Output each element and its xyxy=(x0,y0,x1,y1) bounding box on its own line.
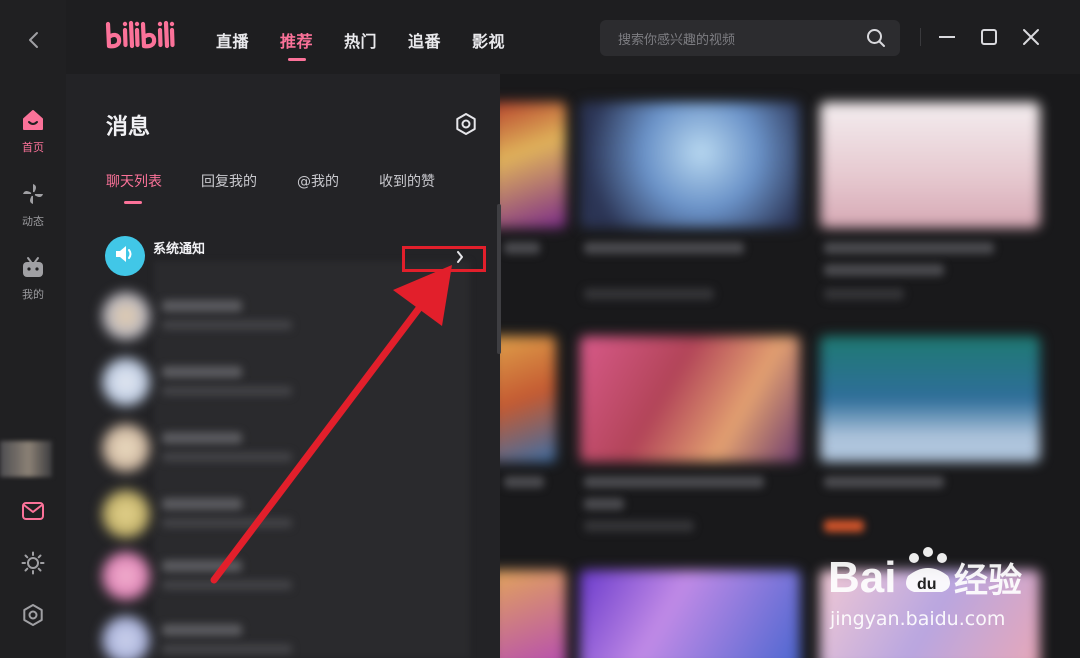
search-placeholder: 搜索你感兴趣的视频 xyxy=(618,32,736,48)
video-thumbnail[interactable] xyxy=(500,102,566,228)
minimize-icon[interactable] xyxy=(936,26,958,48)
svg-text:Bai: Bai xyxy=(828,553,896,602)
video-thumbnail[interactable] xyxy=(500,336,556,462)
video-thumbnail[interactable] xyxy=(820,336,1040,462)
close-icon[interactable] xyxy=(1020,26,1042,48)
list-item[interactable] xyxy=(100,486,480,538)
video-thumbnail[interactable] xyxy=(820,102,1040,228)
header-divider xyxy=(920,28,921,46)
highlight-box xyxy=(402,246,486,272)
svg-text:经验: 经验 xyxy=(954,561,1022,601)
sidebar-item-label: 动态 xyxy=(22,215,44,228)
video-thumbnail[interactable] xyxy=(580,336,800,462)
tab-anime[interactable]: 追番 xyxy=(408,28,441,52)
message-settings-icon[interactable] xyxy=(454,112,478,136)
tab-live[interactable]: 直播 xyxy=(216,28,249,52)
tab-mentions[interactable]: @我的 xyxy=(297,171,339,191)
video-thumbnail[interactable] xyxy=(580,570,800,658)
maximize-icon[interactable] xyxy=(978,26,1000,48)
tab-chat-list[interactable]: 聊天列表 xyxy=(106,171,162,191)
page-title: 消息 xyxy=(106,115,151,140)
sidebar-item-mine[interactable]: 我的 xyxy=(0,255,66,302)
system-notice-name[interactable]: 系统通知 xyxy=(153,238,205,257)
watermark-url: jingyan.baidu.com xyxy=(830,608,1006,630)
sun-icon[interactable] xyxy=(20,550,46,576)
svg-text:du: du xyxy=(917,576,937,593)
list-item[interactable] xyxy=(100,548,480,600)
baidu-jingyan-logo: Bai du 经验 xyxy=(828,547,1022,602)
mail-icon[interactable] xyxy=(20,498,46,524)
sidebar-item-label: 我的 xyxy=(22,288,44,301)
tab-movies[interactable]: 影视 xyxy=(472,28,505,52)
sidebar-item-dynamic[interactable]: 动态 xyxy=(0,182,66,229)
search-input[interactable]: 搜索你感兴趣的视频 xyxy=(600,20,900,56)
bilibili-logo[interactable] xyxy=(104,18,176,56)
home-icon xyxy=(21,108,45,135)
tab-recommend[interactable]: 推荐 xyxy=(280,28,313,52)
tab-underline xyxy=(124,201,142,204)
tab-replies[interactable]: 回复我的 xyxy=(201,171,257,191)
list-item[interactable] xyxy=(100,354,480,406)
list-item[interactable] xyxy=(100,288,480,340)
settings-icon[interactable] xyxy=(20,602,46,628)
avatar[interactable] xyxy=(0,441,52,477)
sidebar-item-label: 首页 xyxy=(22,141,44,154)
video-thumbnail[interactable] xyxy=(500,570,566,658)
bilibili-app-window: 直播 推荐 热门 追番 影视 搜索你感兴趣的视频 首页 动态 我的 消息 聊天列… xyxy=(0,0,1080,658)
system-notice-avatar[interactable] xyxy=(105,236,145,276)
video-thumbnail[interactable] xyxy=(580,102,800,228)
search-icon[interactable] xyxy=(866,28,886,52)
sidebar-item-home[interactable]: 首页 xyxy=(0,108,66,155)
left-sidebar: 首页 动态 我的 xyxy=(0,0,66,658)
list-item[interactable] xyxy=(100,420,480,472)
panel-scrollbar[interactable] xyxy=(497,204,501,354)
back-icon[interactable] xyxy=(22,28,44,52)
top-header: 直播 推荐 热门 追番 影视 搜索你感兴趣的视频 xyxy=(66,0,1080,74)
baidu-watermark: Bai du 经验 jingyan.baidu.com xyxy=(828,540,1068,640)
pinwheel-icon xyxy=(21,182,45,209)
message-panel: 消息 聊天列表 回复我的 @我的 收到的赞 系统通知 xyxy=(66,74,501,658)
list-item[interactable] xyxy=(100,612,480,658)
tab-underline xyxy=(288,58,306,61)
tv-icon xyxy=(21,255,45,282)
tab-likes[interactable]: 收到的赞 xyxy=(379,171,435,191)
tab-hot[interactable]: 热门 xyxy=(344,28,377,52)
speaker-icon xyxy=(114,244,136,268)
